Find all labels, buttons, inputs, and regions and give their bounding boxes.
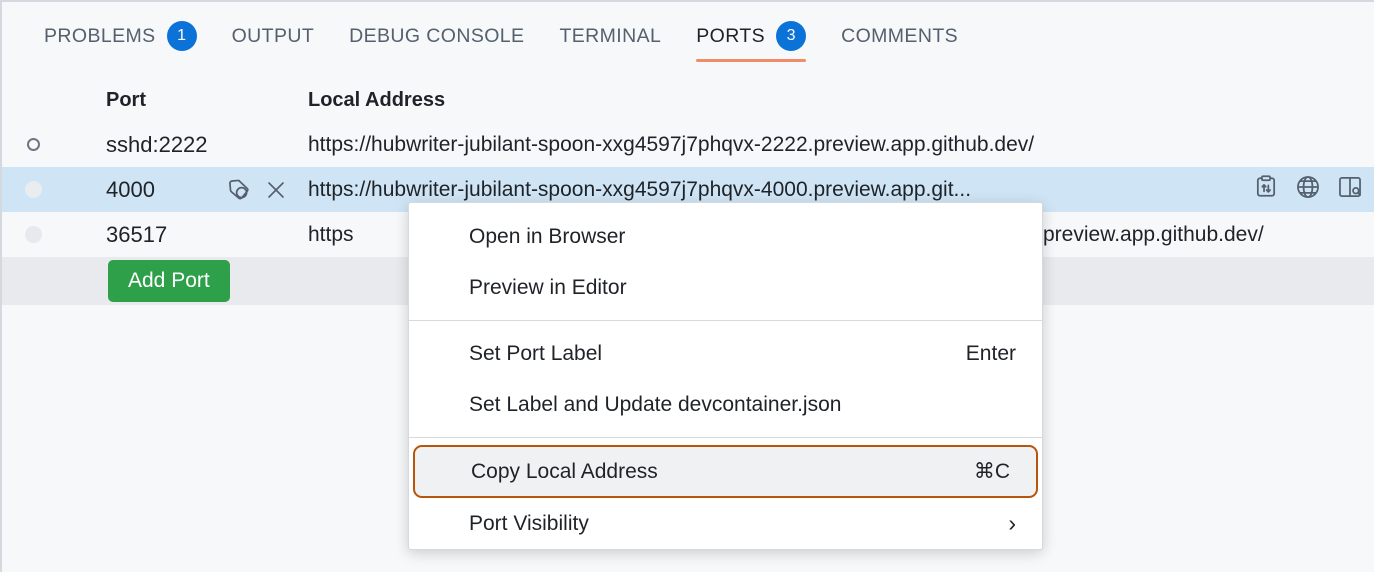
menu-item-open-in-browser[interactable]: Open in Browser bbox=[409, 211, 1042, 262]
table-row[interactable]: sshd:2222 https://hubwriter-jubilant-spo… bbox=[2, 122, 1374, 167]
tab-comments-underline bbox=[841, 59, 958, 62]
menu-item-copy-local-address[interactable]: Copy Local Address ⌘C bbox=[413, 445, 1038, 498]
tab-ports-underline bbox=[696, 59, 807, 62]
local-address[interactable]: https://hubwriter-jubilant-spoon-xxg4597… bbox=[304, 178, 971, 202]
tab-debug-console[interactable]: DEBUG CONSOLE bbox=[349, 2, 524, 70]
tab-ports-badge: 3 bbox=[776, 21, 807, 51]
chevron-right-icon: › bbox=[1008, 510, 1016, 536]
tab-problems-underline bbox=[44, 59, 197, 62]
port-number: sshd:2222 bbox=[106, 131, 208, 157]
ports-table-header: Port Local Address bbox=[2, 78, 1374, 122]
column-header-port: Port bbox=[106, 88, 146, 111]
status-idle-icon bbox=[24, 226, 42, 243]
port-status-indicator bbox=[2, 138, 64, 151]
tab-comments[interactable]: COMMENTS bbox=[841, 2, 958, 70]
preview-in-editor-icon[interactable] bbox=[1336, 173, 1364, 206]
menu-item-label: Open in Browser bbox=[469, 224, 626, 248]
tab-problems[interactable]: PROBLEMS 1 bbox=[44, 2, 197, 70]
tab-problems-label: PROBLEMS bbox=[44, 24, 156, 47]
row-actions bbox=[1252, 167, 1364, 212]
copy-local-address-icon[interactable] bbox=[1252, 173, 1280, 206]
menu-item-shortcut: ⌘C bbox=[973, 460, 1010, 483]
menu-item-set-label-and-update-devcontainer[interactable]: Set Label and Update devcontainer.json bbox=[409, 379, 1042, 430]
tab-debug-console-underline bbox=[349, 59, 524, 62]
tab-debug-console-label: DEBUG CONSOLE bbox=[349, 24, 525, 47]
menu-separator bbox=[409, 437, 1042, 438]
tab-ports-label: PORTS bbox=[696, 24, 766, 47]
tab-ports[interactable]: PORTS 3 bbox=[696, 2, 807, 70]
globe-icon[interactable] bbox=[1294, 173, 1322, 206]
menu-item-label: Set Label and Update devcontainer.json bbox=[469, 392, 842, 416]
menu-item-preview-in-editor[interactable]: Preview in Editor bbox=[409, 262, 1042, 313]
menu-item-shortcut: Enter bbox=[965, 341, 1016, 365]
status-running-icon bbox=[26, 138, 40, 151]
tab-output-label: OUTPUT bbox=[231, 24, 315, 47]
local-address[interactable]: https://hubwriter-jubilant-spoon-xxg4597… bbox=[304, 133, 1034, 157]
tab-terminal-underline bbox=[559, 59, 661, 62]
port-number: 36517 bbox=[106, 221, 168, 247]
menu-item-label: Copy Local Address bbox=[471, 459, 658, 483]
local-address-start[interactable]: https bbox=[304, 223, 354, 247]
add-port-button[interactable]: Add Port bbox=[108, 260, 230, 302]
menu-separator bbox=[409, 320, 1042, 321]
port-number: 4000 bbox=[106, 176, 155, 202]
port-status-indicator bbox=[2, 181, 64, 198]
tab-terminal-label: TERMINAL bbox=[559, 24, 662, 47]
tab-comments-label: COMMENTS bbox=[841, 24, 959, 47]
column-header-local-address: Local Address bbox=[308, 88, 446, 111]
status-idle-icon bbox=[24, 181, 42, 198]
local-address-end[interactable]: preview.app.github.dev/ bbox=[1043, 223, 1264, 247]
tab-output[interactable]: OUTPUT bbox=[232, 2, 315, 70]
menu-item-set-port-label[interactable]: Set Port Label Enter bbox=[409, 328, 1042, 379]
tab-output-underline bbox=[232, 59, 315, 62]
tag-icon[interactable] bbox=[226, 177, 252, 203]
tab-problems-badge: 1 bbox=[166, 21, 197, 51]
port-context-menu: Open in Browser Preview in Editor Set Po… bbox=[408, 202, 1043, 550]
panel-tab-bar: PROBLEMS 1 OUTPUT DEBUG CONSOLE TERMINAL… bbox=[2, 2, 1374, 70]
menu-item-label: Set Port Label bbox=[469, 341, 603, 365]
menu-item-port-visibility[interactable]: Port Visibility › bbox=[409, 498, 1042, 549]
close-icon[interactable] bbox=[264, 178, 288, 202]
menu-item-label: Preview in Editor bbox=[469, 275, 627, 299]
port-status-indicator bbox=[2, 226, 64, 243]
menu-item-label: Port Visibility bbox=[469, 511, 589, 535]
tab-terminal[interactable]: TERMINAL bbox=[559, 2, 661, 70]
ports-panel: PROBLEMS 1 OUTPUT DEBUG CONSOLE TERMINAL… bbox=[0, 0, 1374, 572]
